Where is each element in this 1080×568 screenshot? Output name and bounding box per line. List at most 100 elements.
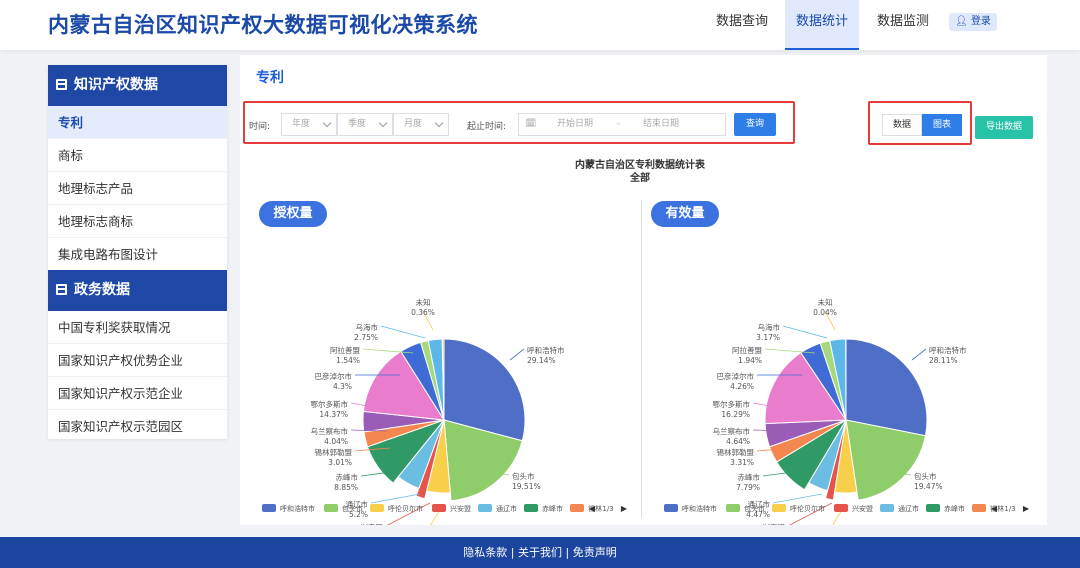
quarter-select[interactable]: 季度 — [337, 113, 393, 136]
chevron-down-icon — [434, 118, 444, 128]
sidebar: 知识产权数据 专利 商标 地理标志产品 地理标志商标 集成电路布图设计 政务数据… — [48, 65, 227, 439]
slice-label-name: 兴安盟 — [763, 522, 786, 525]
legend-swatch — [772, 504, 786, 512]
pie-slice-e591bce5928ce6b5a9e789b9[interactable] — [845, 338, 928, 437]
export-data-button[interactable]: 导出数据 — [975, 116, 1033, 139]
user-icon: 👤︎ — [955, 16, 968, 27]
report-title-text: 内蒙古自治区专利数据统计表 — [575, 160, 705, 171]
legend-swatch — [664, 504, 678, 512]
legend-label[interactable]: 包头市 — [342, 504, 363, 513]
range-label: 起止时间: — [467, 122, 507, 132]
query-button[interactable]: 查询 — [734, 113, 776, 136]
quarter-placeholder: 季度 — [348, 119, 367, 129]
leader-line — [370, 493, 421, 504]
legend-prev-icon[interactable]: ◀ — [589, 504, 596, 513]
legend-label[interactable]: 通辽市 — [496, 504, 517, 513]
legend-swatch — [478, 504, 492, 512]
legend-label[interactable]: 呼和浩特市 — [682, 504, 717, 513]
top-header: 内蒙古自治区知识产权大数据可视化决策系统 数据查询 数据统计 数据监测 👤︎ 登… — [0, 0, 1080, 50]
slice-label-name: 巴彦淖尔市 — [717, 371, 755, 381]
legend-page-indicator: 1/3 — [602, 505, 613, 513]
section-title: 专利 — [256, 70, 284, 86]
footer-privacy-link[interactable]: 隐私条款 — [463, 546, 507, 559]
leader-line — [380, 325, 426, 339]
slice-label-value: 3.01% — [328, 458, 352, 467]
slice-label-name: 鄂尔多斯市 — [311, 399, 349, 409]
nav-data-monitor[interactable]: 数据监测 — [866, 0, 940, 50]
slice-label-name: 呼和浩特市 — [527, 345, 565, 355]
sidebar-item-trademark[interactable]: 商标 — [48, 139, 227, 172]
sidebar-item-ic-layout[interactable]: 集成电路布图设计 — [48, 238, 227, 271]
sidebar-item-patent[interactable]: 专利 — [48, 106, 227, 139]
time-label: 时间: — [249, 122, 271, 132]
slice-label-value: 4.64% — [726, 437, 750, 446]
report-title: 内蒙古自治区专利数据统计表 全部 — [540, 159, 740, 185]
chart-title-valid: 有效量 — [651, 201, 719, 227]
sidebar-item-geo-trademark[interactable]: 地理标志商标 — [48, 205, 227, 238]
filter-bar: 时间: 年度 季度 月度 起止时间: 🗓︎ 开始日期 - 结束日期 查询 — [243, 101, 795, 144]
pie-chart-valid: 未知0.04%乌海市3.17%阿拉善盟1.94%巴彦淖尔市4.26%鄂尔多斯市1… — [664, 297, 1030, 525]
year-select[interactable]: 年度 — [281, 113, 337, 136]
legend-swatch — [524, 504, 538, 512]
slice-label-name: 锡林郭勒盟 — [315, 447, 353, 457]
legend-swatch — [926, 504, 940, 512]
view-toggle: 数据 图表 — [868, 101, 972, 145]
legend-next-icon[interactable]: ▶ — [621, 504, 628, 513]
footer-sep: | — [510, 546, 515, 559]
leader-line — [782, 325, 828, 339]
legend-label[interactable]: 呼伦贝尔市 — [790, 504, 825, 513]
legend-label[interactable]: 赤峰市 — [542, 504, 563, 513]
toggle-chart-view[interactable]: 图表 — [922, 114, 962, 136]
legend-label[interactable]: 包头市 — [744, 504, 765, 513]
legend-swatch — [262, 504, 276, 512]
slice-label-value: 4.04% — [324, 437, 348, 446]
leader-line — [911, 348, 927, 361]
sidebar-item-patent-award[interactable]: 中国专利奖获取情况 — [48, 311, 227, 344]
legend-next-icon[interactable]: ▶ — [1023, 504, 1030, 513]
report-subtitle: 全部 — [630, 173, 650, 184]
nav-data-statistics[interactable]: 数据统计 — [785, 0, 859, 50]
legend-label[interactable]: 赤峰市 — [944, 504, 965, 513]
toggle-data-view[interactable]: 数据 — [882, 114, 922, 136]
legend-swatch — [432, 504, 446, 512]
main-panel: 专利 时间: 年度 季度 月度 起止时间: 🗓︎ 开始日期 - 结束日期 查询 … — [240, 55, 1047, 525]
legend-label[interactable]: 呼伦贝尔市 — [388, 504, 423, 513]
month-placeholder: 月度 — [404, 119, 423, 129]
legend-swatch — [880, 504, 894, 512]
slice-label-name: 乌兰察布市 — [311, 426, 349, 436]
legend-swatch — [570, 504, 584, 512]
slice-label-value: 1.54% — [336, 356, 360, 365]
slice-label-name: 锡林郭勒盟 — [717, 447, 755, 457]
slice-label-name: 乌海市 — [356, 322, 379, 332]
sidebar-item-geo-product[interactable]: 地理标志产品 — [48, 172, 227, 205]
sidebar-item-demo-enterprise[interactable]: 国家知识产权示范企业 — [48, 377, 227, 410]
login-button[interactable]: 👤︎ 登录 — [949, 13, 997, 31]
legend-swatch — [834, 504, 848, 512]
legend-label[interactable]: 兴安盟 — [450, 504, 471, 513]
footer-disclaimer-link[interactable]: 免责声明 — [573, 546, 617, 559]
start-date-input[interactable]: 开始日期 — [557, 114, 593, 135]
slice-label-name: 赤峰市 — [336, 472, 359, 482]
end-date-input[interactable]: 结束日期 — [643, 114, 679, 135]
legend-label[interactable]: 呼和浩特市 — [280, 504, 315, 513]
slice-label-name: 阿拉善盟 — [732, 345, 762, 355]
sidebar-item-demo-park[interactable]: 国家知识产权示范园区 — [48, 410, 227, 443]
month-select[interactable]: 月度 — [393, 113, 449, 136]
sidebar-item-advantage-enterprise[interactable]: 国家知识产权优势企业 — [48, 344, 227, 377]
legend-prev-icon[interactable]: ◀ — [991, 504, 998, 513]
footer-about-link[interactable]: 关于我们 — [518, 546, 562, 559]
slice-label-name: 未知 — [416, 297, 431, 307]
legend-label[interactable]: 兴安盟 — [852, 504, 873, 513]
year-placeholder: 年度 — [292, 119, 311, 129]
legend-swatch — [726, 504, 740, 512]
nav-data-query[interactable]: 数据查询 — [706, 0, 778, 50]
pie-chart-granted: 未知0.36% 乌海市2.75% 阿拉善盟1.54% 巴彦淖尔市4.3% 鄂尔多斯市14… — [262, 297, 628, 525]
app-title: 内蒙古自治区知识产权大数据可视化决策系统 — [48, 13, 478, 37]
footer-sep: | — [565, 546, 570, 559]
date-range-picker[interactable]: 🗓︎ 开始日期 - 结束日期 — [518, 113, 726, 136]
slice-label-value: 7.79% — [736, 483, 760, 492]
legend-label[interactable]: 通辽市 — [898, 504, 919, 513]
range-separator: - — [617, 119, 621, 129]
login-label: 登录 — [970, 16, 991, 27]
chevron-down-icon — [322, 118, 332, 128]
